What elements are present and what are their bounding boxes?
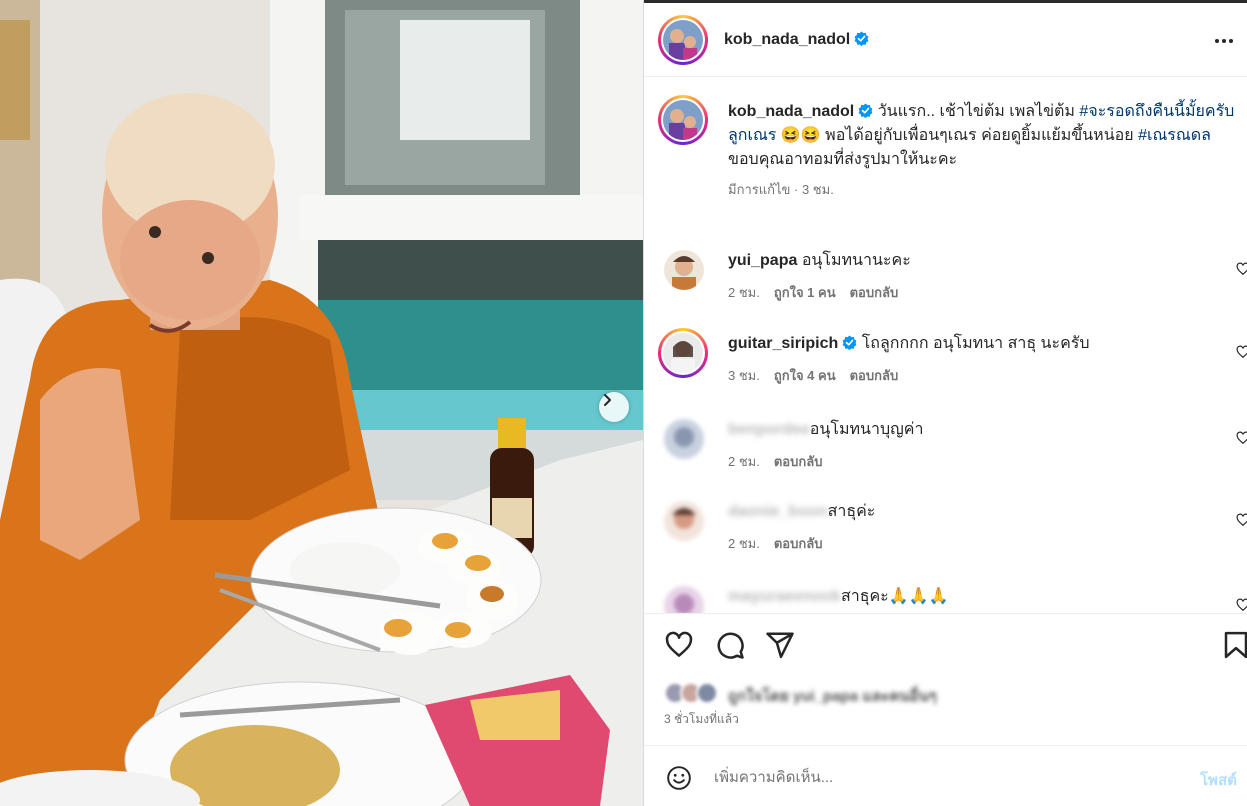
post-photo-illustration <box>0 0 643 806</box>
chevron-right-icon <box>604 394 611 406</box>
likes-text[interactable]: ถูกใจโดย yui_papa และคนอื่นๆ <box>728 684 937 708</box>
heart-icon[interactable] <box>1236 598 1247 612</box>
comment-meta: 2 ชม. ถูกใจ 1 คน ตอบกลับ <box>728 282 912 303</box>
heart-icon[interactable] <box>1236 431 1247 445</box>
author-name-row: kob_nada_nadol <box>724 29 869 49</box>
caption-username[interactable]: kob_nada_nadol <box>728 103 854 120</box>
likes-summary[interactable]: ถูกใจโดย yui_papa และคนอื่นๆ <box>664 680 1064 708</box>
post-photo <box>0 0 643 806</box>
comment-avatar[interactable] <box>658 328 708 378</box>
share-icon[interactable] <box>765 630 795 660</box>
comment-time[interactable]: 3 ชม. <box>728 368 760 383</box>
comment-row: yui_papa อนุโมทนานะคะ 2 ชม. ถูกใจ 1 คน ตอบ… <box>644 250 1247 310</box>
comment-meta: 2 ชม. ตอบกลับ <box>728 533 836 554</box>
comment-body: สาธุค่ะ <box>827 503 876 520</box>
comment-time[interactable]: 2 ชม. <box>728 285 760 300</box>
comment-avatar-image <box>664 250 704 290</box>
action-bar <box>644 614 1247 678</box>
post-time-ago[interactable]: 3 ชั่วโมงที่แล้ว <box>664 710 739 729</box>
reply-button[interactable]: ตอบกลับ <box>850 285 899 300</box>
heart-icon[interactable] <box>1236 262 1247 276</box>
comment-meta: 3 ชม. ถูกใจ 4 คน ตอบกลับ <box>728 365 912 386</box>
comment-text: benpordeeอนุโมทนาบุญค่า <box>728 419 923 441</box>
emoji-icon[interactable] <box>666 765 692 791</box>
caption-avatar-image <box>663 100 703 140</box>
comment-time[interactable]: 2 ชม. <box>728 454 760 469</box>
caption-text-1: วันแรก.. เช้าไข่ต้ม เพลไข่ต้ม <box>873 103 1080 120</box>
comment-time[interactable]: 2 ชม. <box>728 536 760 551</box>
comment-avatar-image <box>664 419 704 459</box>
comment-text: mayuraeenookสาธุคะ🙏🙏🙏 <box>728 586 949 608</box>
comment-username[interactable]: mayuraeenook <box>728 586 841 608</box>
comment-likes[interactable]: ถูกใจ 1 คน <box>774 285 836 300</box>
next-image-button[interactable] <box>599 392 629 422</box>
comment-username[interactable]: yui_papa <box>728 252 797 269</box>
author-avatar[interactable] <box>658 15 708 65</box>
author-avatar-image <box>663 20 703 60</box>
comment-avatar-image <box>663 333 703 373</box>
comment-body: อนุโมทนาบุญค่า <box>809 421 924 438</box>
author-username[interactable]: kob_nada_nadol <box>724 31 850 48</box>
caption-avatar[interactable] <box>658 95 708 145</box>
more-options-icon[interactable] <box>1212 29 1236 53</box>
comment-text: yui_papa อนุโมทนานะคะ <box>728 250 911 272</box>
comment-username[interactable]: benpordee <box>728 419 810 441</box>
caption: kob_nada_nadol วันแรก.. เช้าไข่ต้ม เพลไข… <box>728 100 1238 202</box>
liker-avatar <box>696 682 718 704</box>
comment-avatar-image <box>664 501 704 541</box>
comment-avatar[interactable] <box>664 501 704 541</box>
verified-badge-icon <box>842 335 857 350</box>
reply-button[interactable]: ตอบกลับ <box>774 536 823 551</box>
comment-username[interactable]: daonie_boon <box>728 501 828 523</box>
heart-icon[interactable] <box>664 630 694 660</box>
bookmark-icon[interactable] <box>1221 630 1247 660</box>
comment-meta: 2 ชม. ตอบกลับ <box>728 451 836 472</box>
caption-meta: มีการแก้ไข · 3 ชม. <box>728 182 834 197</box>
comment-avatar-image <box>664 586 704 613</box>
comment-icon[interactable] <box>715 630 745 660</box>
caption-time[interactable]: 3 ชม. <box>802 182 834 197</box>
comment-input[interactable] <box>714 764 1154 790</box>
comment-body: โถลูกกกก อนุโมทนา สาธุ นะครับ <box>861 335 1090 352</box>
reply-button[interactable]: ตอบกลับ <box>774 454 823 469</box>
heart-icon[interactable] <box>1236 345 1247 359</box>
comment-row: mayuraeenookสาธุคะ🙏🙏🙏 <box>644 586 1247 613</box>
comments-list[interactable]: kob_nada_nadol วันแรก.. เช้าไข่ต้ม เพลไข… <box>644 78 1247 613</box>
comment-text: guitar_siripich โถลูกกกก อนุโมทนา สาธุ น… <box>728 333 1090 355</box>
comment-avatar[interactable] <box>664 586 704 613</box>
hashtag-link[interactable]: #เณรณดล <box>1138 127 1211 144</box>
comment-avatar[interactable] <box>664 250 704 290</box>
comment-row: benpordeeอนุโมทนาบุญค่า 2 ชม. ตอบกลับ <box>644 419 1247 479</box>
verified-badge-icon <box>854 31 869 46</box>
reply-button[interactable]: ตอบกลับ <box>850 368 899 383</box>
comment-row: guitar_siripich โถลูกกกก อนุโมทนา สาธุ น… <box>644 328 1247 393</box>
heart-icon[interactable] <box>1236 513 1247 527</box>
add-comment-bar: โพสต์ <box>644 745 1247 806</box>
comment-username[interactable]: guitar_siripich <box>728 335 838 352</box>
post-header: kob_nada_nadol <box>644 3 1247 77</box>
caption-text-2: 😆😆 พอได้อยู่กับเพื่อนๆเณร ค่อยดูยิ้มแย้ม… <box>776 127 1139 144</box>
caption-line-2: ขอบคุณอาทอมที่ส่งรูปมาให้นะคะ <box>728 151 958 168</box>
comment-body: สาธุคะ🙏🙏🙏 <box>840 588 949 605</box>
caption-edited: มีการแก้ไข <box>728 182 791 197</box>
post-comment-button[interactable]: โพสต์ <box>1200 768 1237 792</box>
comment-row: daonie_boonสาธุค่ะ 2 ชม. ตอบกลับ <box>644 501 1247 561</box>
comment-body: อนุโมทนานะคะ <box>801 252 911 269</box>
verified-badge-icon <box>858 103 873 118</box>
comment-likes[interactable]: ถูกใจ 4 คน <box>774 368 836 383</box>
comment-avatar[interactable] <box>664 419 704 459</box>
comment-text: daonie_boonสาธุค่ะ <box>728 501 875 523</box>
post-panel: kob_nada_nadol kob_nada_nadol วันแรก.. เ… <box>643 0 1247 806</box>
